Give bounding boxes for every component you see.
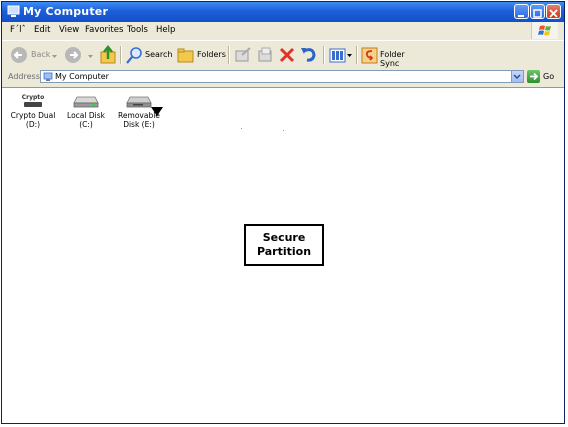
toolbar-separator bbox=[323, 46, 325, 64]
back-label: Back bbox=[31, 50, 51, 59]
my-computer-icon bbox=[43, 72, 53, 81]
menu-file[interactable]: F´lˆ bbox=[10, 25, 26, 35]
address-value: My Computer bbox=[55, 72, 109, 81]
annotation-line: Partition bbox=[256, 245, 312, 258]
forward-button[interactable] bbox=[64, 45, 86, 65]
menu-bar: F´lˆ Edit View Favorites Tools Help bbox=[2, 22, 564, 39]
go-button[interactable] bbox=[527, 70, 540, 83]
menu-edit[interactable]: Edit bbox=[34, 25, 50, 35]
menu-help[interactable]: Help bbox=[156, 25, 175, 35]
drive-item-local-disk[interactable]: Local Disk (C:) bbox=[60, 93, 112, 129]
drive-label: Local Disk (C:) bbox=[67, 111, 105, 129]
minimize-button[interactable] bbox=[514, 4, 529, 19]
forward-dropdown-icon[interactable] bbox=[88, 54, 94, 60]
drive-label: Disk (E:) bbox=[123, 120, 155, 129]
crypto-drive-icon: Crypto bbox=[22, 94, 45, 107]
menu-view-label: View bbox=[59, 25, 80, 35]
minimize-icon bbox=[518, 15, 524, 17]
drive-item-crypto-dual[interactable]: Crypto Crypto Dual (D:) bbox=[8, 93, 58, 129]
standard-toolbar: Back Search Folders Folder Sync bbox=[2, 40, 564, 70]
move-to-icon bbox=[235, 47, 251, 62]
go-label[interactable]: Go bbox=[543, 72, 554, 81]
menu-tools-label: Tools bbox=[127, 25, 148, 35]
address-dropdown-button[interactable] bbox=[511, 71, 523, 82]
drive-label: (D:) bbox=[25, 120, 41, 129]
close-button[interactable] bbox=[546, 4, 561, 19]
copy-to-icon bbox=[258, 47, 272, 62]
toolbar-separator bbox=[120, 46, 122, 64]
move-to-button[interactable] bbox=[234, 45, 252, 65]
undo-button[interactable] bbox=[300, 45, 318, 65]
windows-flag-icon bbox=[538, 25, 551, 36]
hard-disk-icon bbox=[73, 96, 99, 108]
toolbar-separator bbox=[228, 46, 230, 64]
address-bar: Address My Computer Go bbox=[2, 69, 564, 86]
menu-file-label: F´lˆ bbox=[10, 25, 26, 35]
pointer-triangle-icon bbox=[151, 107, 163, 116]
back-button[interactable]: Back bbox=[10, 45, 50, 65]
artifact-dot bbox=[283, 130, 284, 131]
folder-sync-button[interactable]: Folder Sync bbox=[361, 45, 423, 68]
search-icon bbox=[126, 47, 142, 64]
folders-label: Folders bbox=[197, 50, 226, 59]
removable-disk-icon bbox=[126, 96, 152, 108]
menu-view[interactable]: View bbox=[59, 25, 79, 35]
delete-button[interactable] bbox=[279, 45, 295, 65]
search-button[interactable]: Search bbox=[126, 45, 172, 65]
address-label: Address bbox=[8, 72, 40, 81]
menu-favorites[interactable]: Favorites bbox=[85, 25, 123, 35]
window-title: My Computer bbox=[23, 5, 109, 18]
folder-sync-icon bbox=[361, 47, 378, 64]
file-view: Crypto Crypto Dual (D:) Local Disk (C:) … bbox=[2, 87, 564, 423]
folder-sync-label: Folder Sync bbox=[380, 50, 405, 68]
search-label: Search bbox=[145, 50, 173, 59]
back-dropdown-icon[interactable] bbox=[52, 54, 58, 60]
annotation-line: Secure bbox=[262, 231, 306, 244]
address-input[interactable]: My Computer bbox=[40, 70, 524, 83]
up-folder-button[interactable] bbox=[99, 44, 117, 65]
delete-x-icon bbox=[279, 47, 295, 63]
up-folder-icon bbox=[100, 44, 116, 64]
back-arrow-icon bbox=[11, 47, 27, 63]
views-button[interactable] bbox=[329, 45, 353, 65]
go-arrow-icon bbox=[530, 72, 539, 81]
menu-tools[interactable]: Tools bbox=[127, 25, 148, 35]
title-bar[interactable]: My Computer bbox=[2, 2, 564, 22]
folders-icon bbox=[177, 48, 194, 63]
crypto-drive-icon-text: Crypto bbox=[22, 94, 45, 101]
explorer-window: My Computer F´lˆ Edit View Favorites Too… bbox=[1, 1, 565, 424]
toolbar-separator bbox=[356, 46, 358, 64]
menu-favorites-label: Favorites bbox=[85, 25, 124, 35]
my-computer-icon bbox=[7, 5, 20, 17]
drive-label: Crypto Dual bbox=[10, 111, 56, 120]
maximize-icon bbox=[533, 9, 542, 18]
forward-arrow-icon bbox=[65, 47, 81, 63]
artifact-dot bbox=[241, 128, 242, 129]
windows-logo bbox=[531, 22, 558, 39]
menu-edit-label: Edit bbox=[34, 25, 51, 35]
undo-icon bbox=[301, 48, 316, 62]
copy-to-button[interactable] bbox=[256, 45, 274, 65]
chevron-down-icon bbox=[513, 74, 521, 80]
maximize-button[interactable] bbox=[530, 4, 545, 19]
close-icon bbox=[549, 9, 558, 18]
views-icon bbox=[329, 48, 352, 63]
folders-button[interactable]: Folders bbox=[177, 45, 226, 65]
menu-help-label: Help bbox=[156, 25, 176, 35]
secure-partition-annotation: Secure Partition bbox=[244, 224, 324, 266]
